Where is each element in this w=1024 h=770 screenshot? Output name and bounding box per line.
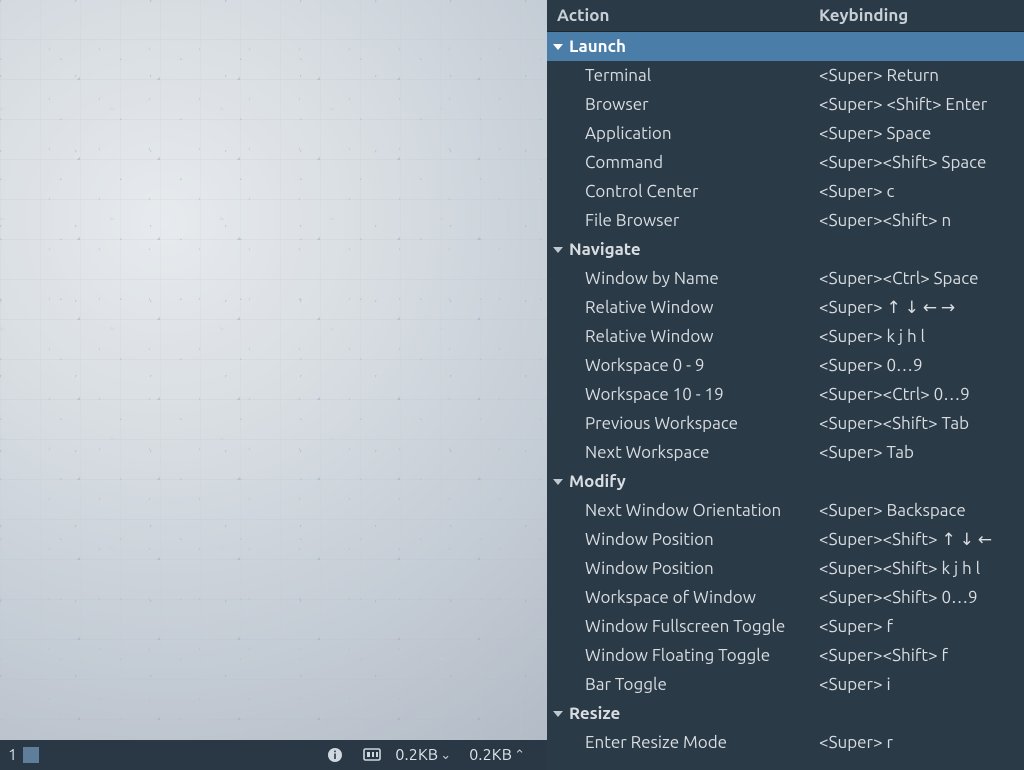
group-label: Modify (569, 472, 626, 491)
action-label: Window Fullscreen Toggle (547, 617, 819, 636)
keybinding-row[interactable]: Next Workspace<Super> Tab (547, 438, 1024, 467)
keybinding-value: <Super><Shift> ↑ ↓ ← (819, 530, 1024, 550)
keybinding-value: <Super><Shift> f (819, 646, 1024, 665)
chevron-down-icon[interactable] (553, 711, 563, 717)
keybinding-value: <Super> c (819, 182, 1024, 201)
action-label: Application (547, 124, 819, 143)
keybinding-row[interactable]: Window by Name<Super><Ctrl> Space (547, 264, 1024, 293)
workspace-number[interactable]: 1 (8, 746, 17, 764)
keybinding-value: <Super> Backspace (819, 501, 1024, 520)
keybinding-value: <Super><Ctrl> Space (819, 269, 1024, 288)
header-keybinding[interactable]: Keybinding (819, 6, 1024, 25)
keybinding-panel: Action Keybinding LaunchTerminal<Super> … (547, 0, 1024, 770)
workspace-indicator[interactable] (23, 747, 39, 763)
keybinding-value: <Super> f (819, 617, 1024, 636)
keybinding-row[interactable]: Browser<Super> <Shift> Enter (547, 90, 1024, 119)
group-row[interactable]: Launch (547, 32, 1024, 61)
keybinding-row[interactable]: Relative Window<Super> k j h l (547, 322, 1024, 351)
action-label: Command (547, 153, 819, 172)
keybinding-row[interactable]: Enter Resize Mode<Super> r (547, 728, 1024, 757)
action-label: Window Position (547, 559, 819, 578)
keybinding-rows: LaunchTerminal<Super> ReturnBrowser<Supe… (547, 32, 1024, 770)
network-icon[interactable] (363, 748, 381, 762)
keybinding-value: <Super> r (819, 733, 1024, 752)
net-up-rate: 0.2KB (469, 746, 512, 764)
action-label: Relative Window (547, 327, 819, 346)
keybinding-row[interactable]: Window Fullscreen Toggle<Super> f (547, 612, 1024, 641)
header-action[interactable]: Action (547, 6, 819, 25)
taskbar: 1 0.2KB ⌄ 0.2KB ⌃ (0, 740, 547, 770)
action-label: Relative Window (547, 298, 819, 317)
keybinding-row[interactable]: Control Center<Super> c (547, 177, 1024, 206)
column-headers: Action Keybinding (547, 0, 1024, 32)
chevron-down-icon[interactable] (553, 479, 563, 485)
keybinding-row[interactable]: Command<Super><Shift> Space (547, 148, 1024, 177)
action-label: Control Center (547, 182, 819, 201)
keybinding-row[interactable]: Application<Super> Space (547, 119, 1024, 148)
group-row[interactable]: Modify (547, 467, 1024, 496)
arrow-down-icon: ⌄ (440, 748, 451, 763)
action-label: Window by Name (547, 269, 819, 288)
net-down-rate: 0.2KB (395, 746, 438, 764)
action-label: Previous Workspace (547, 414, 819, 433)
keybinding-row[interactable]: Workspace 0 - 9<Super> 0…9 (547, 351, 1024, 380)
desktop-wallpaper (0, 0, 547, 740)
keybinding-value: <Super><Shift> n (819, 211, 1024, 230)
group-row[interactable]: Resize (547, 699, 1024, 728)
keybinding-row[interactable]: Terminal<Super> Return (547, 61, 1024, 90)
action-label: Window Floating Toggle (547, 646, 819, 665)
action-label: Browser (547, 95, 819, 114)
keybinding-value: <Super> Tab (819, 443, 1024, 462)
keybinding-value: <Super> 0…9 (819, 356, 1024, 375)
keybinding-row[interactable]: Bar Toggle<Super> i (547, 670, 1024, 699)
action-label: Next Workspace (547, 443, 819, 462)
group-row[interactable]: Navigate (547, 235, 1024, 264)
keybinding-value: <Super><Shift> 0…9 (819, 588, 1024, 607)
keybinding-value: <Super> <Shift> Enter (819, 95, 1024, 114)
keybinding-row[interactable]: Window Position<Super><Shift> k j h l (547, 554, 1024, 583)
keybinding-row[interactable]: Workspace 10 - 19<Super><Ctrl> 0…9 (547, 380, 1024, 409)
chevron-down-icon[interactable] (553, 247, 563, 253)
keybinding-value: <Super><Shift> Tab (819, 414, 1024, 433)
keybinding-row[interactable]: Window Floating Toggle<Super><Shift> f (547, 641, 1024, 670)
chevron-down-icon[interactable] (553, 44, 563, 50)
action-label: Bar Toggle (547, 675, 819, 694)
group-label: Resize (569, 704, 620, 723)
action-label: Workspace 10 - 19 (547, 385, 819, 404)
info-icon[interactable] (327, 747, 343, 763)
keybinding-value: <Super> Space (819, 124, 1024, 143)
action-label: Workspace of Window (547, 588, 819, 607)
keybinding-value: <Super> ↑ ↓ ← → (819, 298, 1024, 318)
keybinding-value: <Super> Return (819, 66, 1024, 85)
action-label: Terminal (547, 66, 819, 85)
keybinding-row[interactable]: Window Position<Super><Shift> ↑ ↓ ← (547, 525, 1024, 554)
action-label: Next Window Orientation (547, 501, 819, 520)
keybinding-value: <Super> i (819, 675, 1024, 694)
keybinding-row[interactable]: Next Window Orientation<Super> Backspace (547, 496, 1024, 525)
action-label: File Browser (547, 211, 819, 230)
keybinding-value: <Super><Shift> k j h l (819, 559, 1024, 578)
keybinding-value: <Super><Shift> Space (819, 153, 1024, 172)
keybinding-row[interactable]: Previous Workspace<Super><Shift> Tab (547, 409, 1024, 438)
group-label: Navigate (569, 240, 641, 259)
group-label: Launch (569, 37, 626, 56)
keybinding-row[interactable]: Workspace of Window<Super><Shift> 0…9 (547, 583, 1024, 612)
keybinding-row[interactable]: Relative Window<Super> ↑ ↓ ← → (547, 293, 1024, 322)
arrow-up-icon: ⌃ (514, 748, 525, 763)
keybinding-row[interactable]: File Browser<Super><Shift> n (547, 206, 1024, 235)
action-label: Enter Resize Mode (547, 733, 819, 752)
keybinding-value: <Super> k j h l (819, 327, 1024, 346)
action-label: Workspace 0 - 9 (547, 356, 819, 375)
keybinding-value: <Super><Ctrl> 0…9 (819, 385, 1024, 404)
action-label: Window Position (547, 530, 819, 549)
